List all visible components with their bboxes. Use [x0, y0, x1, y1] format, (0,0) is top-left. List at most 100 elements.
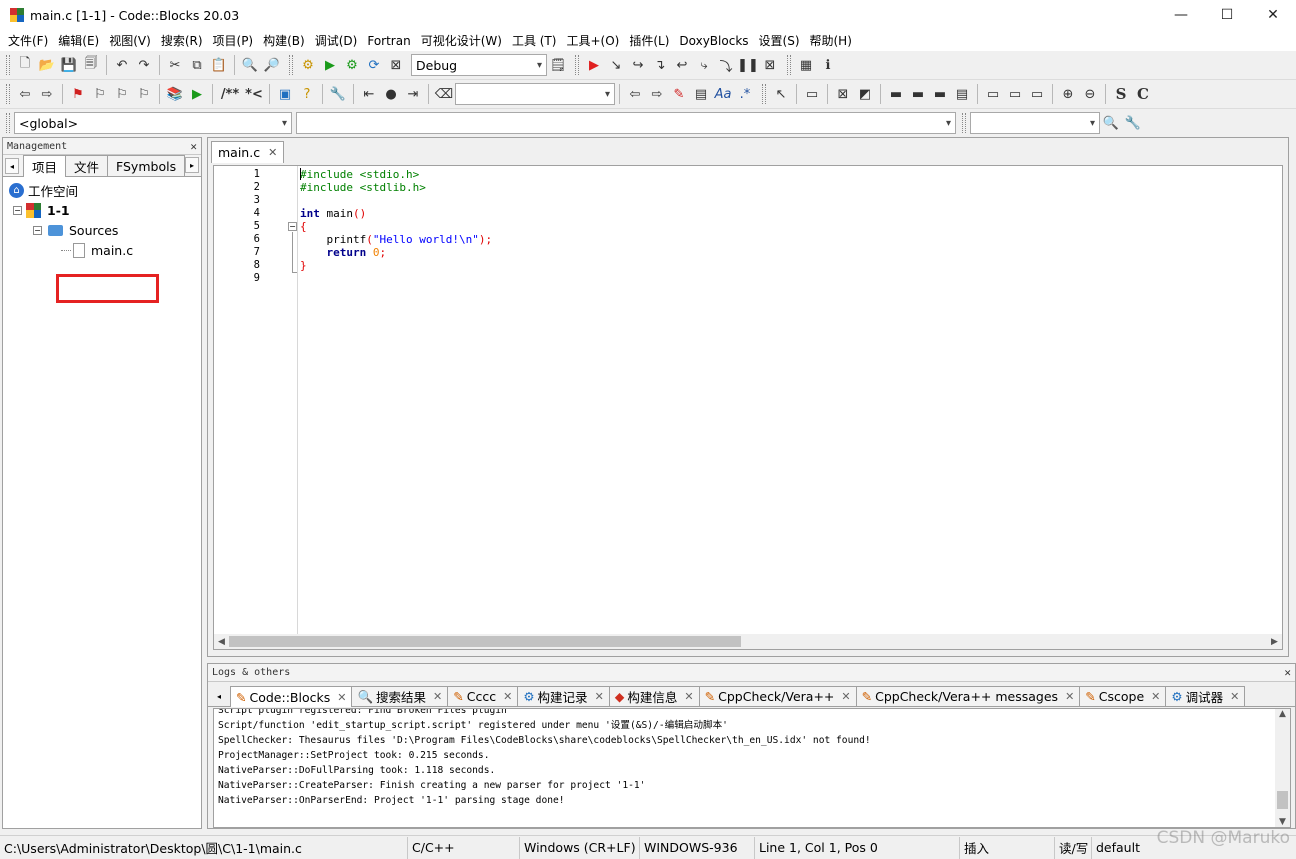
jump-dot-icon[interactable]: ●: [380, 83, 402, 105]
bookmark-clear-icon[interactable]: ⚐: [133, 83, 155, 105]
tab-search-results[interactable]: 🔍 搜索结果 ✕: [351, 686, 449, 706]
scroll-up-icon[interactable]: ▲: [1275, 709, 1290, 719]
close-icon[interactable]: ✕: [433, 690, 442, 703]
toolbar-grip[interactable]: [787, 55, 791, 75]
tab-cppcheck-messages[interactable]: ✎ CppCheck/Vera++ messages ✕: [855, 686, 1081, 706]
debug-start-icon[interactable]: ▶: [583, 54, 605, 76]
sizer-4-icon[interactable]: ▤: [951, 83, 973, 105]
save-icon[interactable]: 💾: [58, 54, 80, 76]
tab-files[interactable]: 文件: [65, 155, 109, 176]
border-1-icon[interactable]: ▭: [982, 83, 1004, 105]
tab-cscope[interactable]: ✎ Cscope ✕: [1079, 686, 1167, 706]
symbol-search-combo[interactable]: ▾: [970, 112, 1100, 134]
jump-forward-icon[interactable]: ⇥: [402, 83, 424, 105]
tab-cccc[interactable]: ✎ Cccc ✕: [447, 686, 519, 706]
toolbar-grip[interactable]: [962, 113, 966, 133]
close-icon[interactable]: ✕: [1284, 666, 1291, 679]
bold-c-button[interactable]: C: [1132, 83, 1154, 105]
next-line-icon[interactable]: ↪: [627, 54, 649, 76]
search-next-icon[interactable]: ⇨: [646, 83, 668, 105]
toolbar-grip[interactable]: [6, 84, 10, 104]
menu-tools[interactable]: 工具 (T): [508, 32, 561, 49]
menu-tools-plus[interactable]: 工具+(O): [562, 32, 623, 49]
selected-text-only-icon[interactable]: ▤: [690, 83, 712, 105]
toolbar-grip[interactable]: [575, 55, 579, 75]
debug-info-icon[interactable]: ℹ: [817, 54, 839, 76]
stop-debug-icon[interactable]: ⊠: [759, 54, 781, 76]
copy-icon[interactable]: ⧉: [186, 54, 208, 76]
run-to-cursor-icon[interactable]: ↘: [605, 54, 627, 76]
symbol-settings-icon[interactable]: 🔧: [1122, 112, 1144, 134]
horizontal-scrollbar[interactable]: ◀ ▶: [214, 634, 1282, 649]
abort-icon[interactable]: ⊠: [385, 54, 407, 76]
close-icon[interactable]: ✕: [1230, 690, 1239, 703]
toolbar-grip[interactable]: [289, 55, 293, 75]
scroll-thumb[interactable]: [1277, 791, 1288, 809]
jump-back-icon[interactable]: ⇤: [358, 83, 380, 105]
cut-icon[interactable]: ✂: [164, 54, 186, 76]
sizer-2-icon[interactable]: ▬: [907, 83, 929, 105]
maximize-button[interactable]: ☐: [1204, 0, 1250, 30]
step-into-instruction-icon[interactable]: ⤵: [715, 54, 737, 76]
tree-project[interactable]: − 1-1: [13, 200, 70, 220]
match-case-icon[interactable]: Aa: [712, 83, 734, 105]
menu-search[interactable]: 搜索(R): [157, 32, 207, 49]
tab-build-messages[interactable]: ◆ 构建信息 ✕: [608, 686, 700, 706]
close-icon[interactable]: ✕: [190, 140, 197, 153]
close-icon[interactable]: ✕: [1065, 690, 1074, 703]
bookmark-prev-icon[interactable]: ⚐: [89, 83, 111, 105]
run-icon[interactable]: ▶: [319, 54, 341, 76]
function-select[interactable]: ▾: [296, 112, 956, 134]
close-icon[interactable]: ✕: [337, 691, 346, 704]
tab-scroll-left-icon[interactable]: ◂: [5, 158, 19, 174]
pointer-tool-icon[interactable]: ↖: [770, 83, 792, 105]
scroll-right-icon[interactable]: ▶: [1267, 637, 1282, 647]
tab-projects[interactable]: 项目: [23, 155, 67, 177]
vertical-scrollbar[interactable]: ▲ ▼: [1275, 709, 1290, 827]
build-and-run-icon[interactable]: ⚙: [341, 54, 363, 76]
new-file-icon[interactable]: 🗋: [14, 54, 36, 76]
build-gear-icon[interactable]: ⚙: [297, 54, 319, 76]
menu-settings[interactable]: 设置(S): [755, 32, 804, 49]
menu-help[interactable]: 帮助(H): [806, 32, 856, 49]
wrench-icon[interactable]: 🔧: [327, 83, 349, 105]
back-arrow-icon[interactable]: ⇦: [14, 83, 36, 105]
rebuild-icon[interactable]: ⟳: [363, 54, 385, 76]
close-icon[interactable]: ✕: [684, 690, 693, 703]
menu-file[interactable]: 文件(F): [4, 32, 52, 49]
regex-icon[interactable]: .*: [734, 83, 756, 105]
toolbar-grip[interactable]: [762, 84, 766, 104]
tab-cppcheck[interactable]: ✎ CppCheck/Vera++ ✕: [698, 686, 857, 706]
close-icon[interactable]: ✕: [841, 690, 850, 703]
debug-windows-icon[interactable]: ▦: [795, 54, 817, 76]
sizer-1-icon[interactable]: ▬: [885, 83, 907, 105]
doxy-line-comment-button[interactable]: *<: [243, 83, 265, 105]
save-all-icon[interactable]: 🗐: [80, 54, 102, 76]
incremental-search-combo[interactable]: ▾: [455, 83, 615, 105]
doxy-extract-icon[interactable]: ▶: [186, 83, 208, 105]
incremental-search-icon[interactable]: ⌫: [433, 83, 455, 105]
tab-debugger[interactable]: ⚙ 调试器 ✕: [1165, 686, 1246, 706]
search-prev-icon[interactable]: ⇦: [624, 83, 646, 105]
scroll-thumb[interactable]: [229, 636, 741, 647]
doxy-html-icon[interactable]: ▣: [274, 83, 296, 105]
doxy-chm-icon[interactable]: ?: [296, 83, 318, 105]
tab-fsymbols[interactable]: FSymbols: [107, 155, 186, 176]
build-target-select[interactable]: Debug ▾: [411, 54, 547, 76]
bold-s-button[interactable]: S: [1110, 83, 1132, 105]
collapse-icon[interactable]: −: [33, 225, 42, 235]
bookmark-next-icon[interactable]: ⚐: [111, 83, 133, 105]
toolbar-grip[interactable]: [6, 113, 10, 133]
scroll-left-icon[interactable]: ◀: [214, 637, 229, 647]
toolbar-grip[interactable]: [6, 55, 10, 75]
step-out-icon[interactable]: ↩: [671, 54, 693, 76]
collapse-icon[interactable]: −: [13, 205, 22, 215]
undo-icon[interactable]: ↶: [111, 54, 133, 76]
paste-icon[interactable]: 📋: [208, 54, 230, 76]
menu-build[interactable]: 构建(B): [259, 32, 309, 49]
close-icon[interactable]: ✕: [595, 690, 604, 703]
scope-select[interactable]: <global> ▾: [14, 112, 292, 134]
doxywizard-icon[interactable]: 📚: [164, 83, 186, 105]
close-button[interactable]: ✕: [1250, 0, 1296, 30]
menu-plugins[interactable]: 插件(L): [625, 32, 673, 49]
